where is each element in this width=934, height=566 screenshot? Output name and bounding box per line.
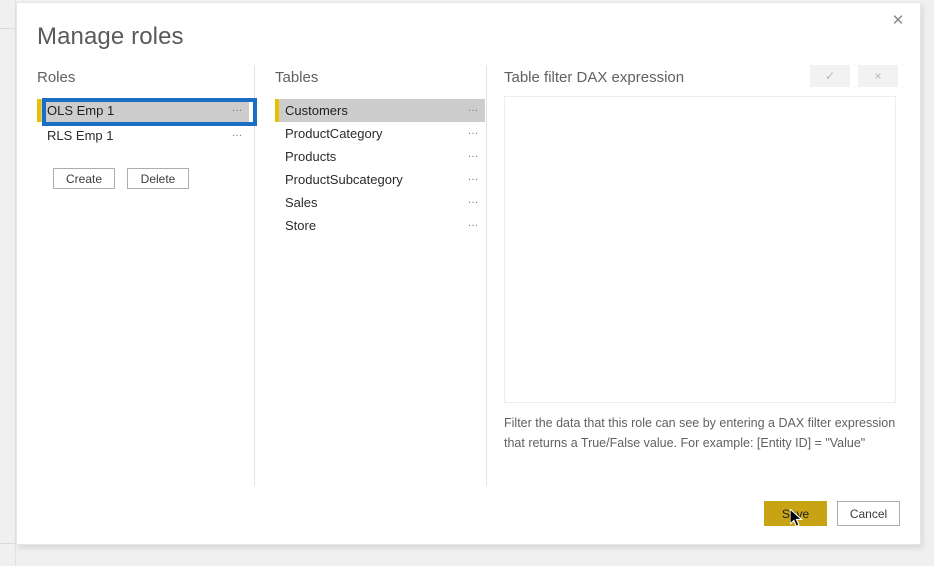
tables-item-menu-icon[interactable]: …	[468, 172, 480, 187]
background-line-top	[0, 28, 16, 29]
tables-list: Customers … ProductCategory … Products ……	[275, 99, 485, 237]
close-icon[interactable]: ✕	[876, 3, 920, 37]
checkmark-icon[interactable]: ✓	[810, 65, 850, 87]
tables-list-item-label: Store	[285, 218, 317, 233]
roles-item-menu-icon[interactable]: …	[232, 128, 244, 143]
dax-section-header: Table filter DAX expression	[504, 69, 685, 86]
dialog-footer: Save Cancel	[764, 501, 900, 526]
tables-item-menu-icon[interactable]: …	[468, 126, 480, 141]
selection-accent-bar	[275, 168, 279, 191]
selection-accent-bar	[275, 145, 279, 168]
page-title: Manage roles	[37, 23, 184, 50]
manage-roles-dialog: ✕ Manage roles Roles Tables Table filter…	[16, 2, 921, 545]
tables-list-item-label: ProductCategory	[285, 126, 383, 141]
tables-list-item-label: Sales	[285, 195, 318, 210]
tables-list-item[interactable]: Store …	[275, 214, 485, 237]
selection-accent-bar	[37, 124, 41, 147]
divider-tables-dax	[486, 65, 487, 486]
roles-list-item[interactable]: OLS Emp 1 …	[37, 99, 249, 122]
selection-accent-bar	[275, 191, 279, 214]
save-button[interactable]: Save	[764, 501, 827, 526]
dax-help-line-2: that returns a True/False value. For exa…	[504, 436, 866, 450]
tables-item-menu-icon[interactable]: …	[468, 195, 480, 210]
close-icon[interactable]: ×	[858, 65, 898, 87]
dax-expression-actions: ✓ ×	[810, 65, 898, 87]
create-role-button[interactable]: Create	[53, 168, 115, 189]
tables-list-item-label: Customers	[285, 103, 348, 118]
roles-list-item-label: OLS Emp 1	[47, 103, 115, 118]
tables-list-item-label: ProductSubcategory	[285, 172, 403, 187]
roles-list: OLS Emp 1 … RLS Emp 1 …	[37, 99, 249, 147]
tables-list-item[interactable]: Customers …	[275, 99, 485, 122]
delete-role-button[interactable]: Delete	[127, 168, 189, 189]
roles-actions: Create Delete	[53, 168, 189, 189]
tables-section-header: Tables	[275, 69, 319, 86]
tables-item-menu-icon[interactable]: …	[468, 218, 480, 233]
tables-list-item[interactable]: Sales …	[275, 191, 485, 214]
dax-help-text: Filter the data that this role can see b…	[504, 413, 904, 453]
cancel-button[interactable]: Cancel	[837, 501, 900, 526]
screen-root: ✕ Manage roles Roles Tables Table filter…	[0, 0, 934, 566]
selection-accent-bar	[37, 99, 41, 122]
divider-roles-tables	[254, 65, 255, 486]
selection-accent-bar	[275, 122, 279, 145]
tables-item-menu-icon[interactable]: …	[468, 149, 480, 164]
selection-accent-bar	[275, 214, 279, 237]
tables-list-item-label: Products	[285, 149, 337, 164]
selection-accent-bar	[275, 99, 279, 122]
dax-expression-input[interactable]	[504, 96, 896, 403]
roles-section-header: Roles	[37, 69, 76, 86]
dax-help-line-1: Filter the data that this role can see b…	[504, 416, 896, 430]
roles-item-menu-icon[interactable]: …	[232, 103, 244, 118]
tables-list-item[interactable]: ProductCategory …	[275, 122, 485, 145]
tables-list-item[interactable]: Products …	[275, 145, 485, 168]
roles-list-item[interactable]: RLS Emp 1 …	[37, 124, 249, 147]
tables-item-menu-icon[interactable]: …	[468, 103, 480, 118]
roles-list-item-label: RLS Emp 1	[47, 128, 114, 143]
tables-list-item[interactable]: ProductSubcategory …	[275, 168, 485, 191]
